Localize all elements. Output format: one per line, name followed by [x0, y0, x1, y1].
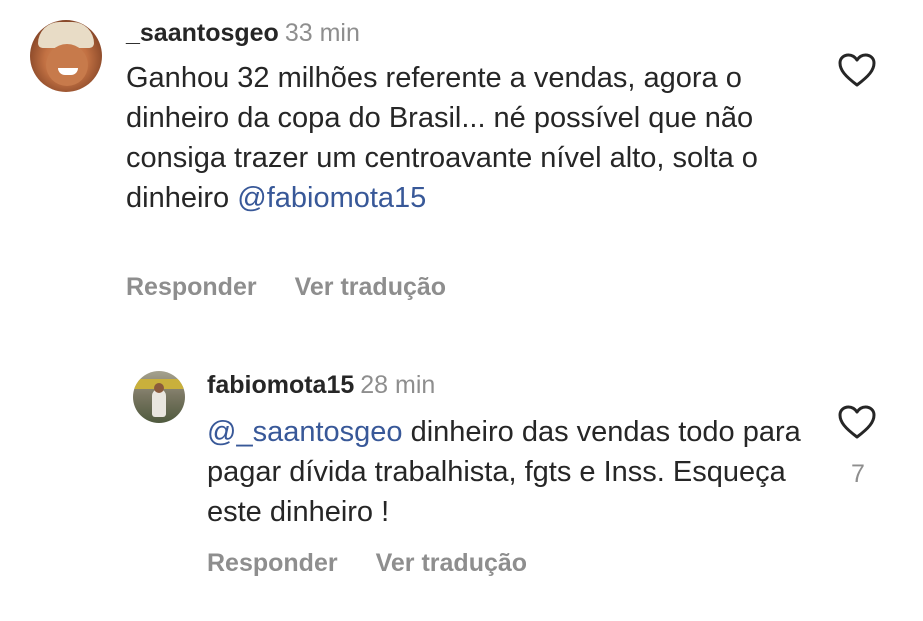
comment-header: _saantosgeo 33 min	[126, 18, 360, 48]
comment-text: Ganhou 32 milhões referente a vendas, ag…	[126, 58, 816, 218]
heart-outline-icon[interactable]	[837, 52, 877, 88]
username[interactable]: _saantosgeo	[126, 19, 279, 47]
username[interactable]: fabiomota15	[207, 371, 354, 399]
avatar[interactable]	[30, 20, 102, 92]
comment-saantosgeo: _saantosgeo 33 min Ganhou 32 milhões refe…	[0, 0, 923, 330]
translate-button[interactable]: Ver tradução	[295, 273, 446, 302]
comment-actions: Responder Ver tradução	[126, 273, 484, 302]
translate-button[interactable]: Ver tradução	[376, 549, 527, 578]
heart-outline-icon[interactable]	[837, 404, 877, 440]
mention-link[interactable]: @_saantosgeo	[207, 416, 403, 448]
comment-header: fabiomota15 28 min	[207, 370, 435, 400]
like-count: 7	[851, 460, 865, 488]
comment-actions: Responder Ver tradução	[207, 549, 565, 578]
reply-button[interactable]: Responder	[207, 549, 338, 578]
mention-link[interactable]: @fabiomota15	[237, 182, 426, 214]
comment-body: Ganhou 32 milhões referente a vendas, ag…	[126, 62, 758, 214]
avatar[interactable]	[133, 371, 185, 423]
timestamp: 28 min	[360, 371, 436, 399]
comment-text: @_saantosgeo dinheiro das vendas todo pa…	[207, 412, 827, 532]
reply-fabiomota15: fabiomota15 28 min @_saantosgeo dinheiro …	[0, 360, 923, 621]
timestamp: 33 min	[284, 19, 360, 47]
reply-button[interactable]: Responder	[126, 273, 257, 302]
